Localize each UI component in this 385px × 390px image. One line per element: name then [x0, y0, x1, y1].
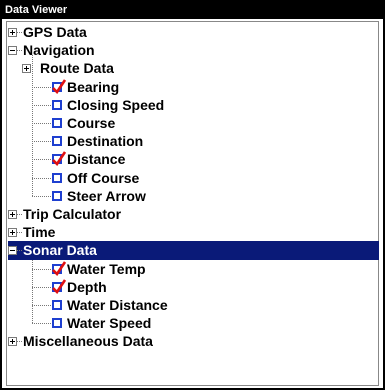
tree-item-label: Trip Calculator	[23, 206, 122, 222]
tree-item-steer-arrow[interactable]: Steer Arrow	[8, 187, 379, 206]
unchecked-checkbox[interactable]	[52, 300, 62, 310]
tree-item-label: Destination	[67, 133, 144, 150]
checkmark-icon	[52, 151, 66, 167]
expand-icon[interactable]	[22, 64, 31, 74]
unchecked-checkbox[interactable]	[52, 136, 62, 147]
unchecked-checkbox[interactable]	[52, 318, 62, 329]
tree-item-water-distance[interactable]: Water Distance	[8, 296, 379, 315]
tree-item-label: Miscellaneous Data	[23, 333, 153, 350]
checkmark-icon	[52, 78, 66, 94]
tree-item-label: Off Course	[67, 169, 140, 186]
tree-item-water-temp[interactable]: Water Temp	[8, 260, 379, 279]
tree-item-course[interactable]: Course	[8, 114, 379, 133]
expand-icon[interactable]	[8, 210, 17, 219]
tree-connector	[17, 341, 22, 343]
tree-connector	[32, 159, 51, 161]
tree-item-label: Route Data	[40, 60, 114, 77]
tree-item-water-speed[interactable]: Water Speed	[8, 314, 379, 333]
tree-item-label: GPS Data	[23, 24, 87, 40]
tree-item-bearing[interactable]: Bearing	[8, 78, 379, 97]
tree-item-label: Closing Speed	[67, 96, 165, 113]
tree-connector	[17, 214, 22, 215]
unchecked-checkbox[interactable]	[52, 172, 62, 183]
tree-connector	[17, 232, 22, 234]
tree-item-label: Steer Arrow	[67, 187, 146, 204]
tree-item-miscellaneous-data[interactable]: Miscellaneous Data	[8, 332, 379, 351]
tree-item-label: Distance	[67, 151, 126, 168]
collapse-icon[interactable]	[8, 246, 17, 256]
tree-connector	[32, 86, 51, 88]
tree-connector	[32, 123, 51, 124]
tree-item-label: Water Speed	[67, 315, 152, 332]
tree-item-route-data[interactable]: Route Data	[8, 59, 379, 78]
data-viewer-window: Data Viewer GPS Data Navigation Route Data…	[0, 0, 385, 390]
checked-checkbox[interactable]	[52, 260, 66, 276]
tree-connector	[32, 195, 51, 197]
unchecked-checkbox[interactable]	[52, 190, 62, 201]
expand-icon[interactable]	[8, 337, 17, 347]
unchecked-checkbox[interactable]	[52, 118, 62, 128]
tree-item-navigation[interactable]: Navigation	[8, 41, 379, 60]
tree-item-label: Depth	[67, 278, 107, 295]
tree-connector	[32, 177, 51, 179]
tree-item-destination[interactable]: Destination	[8, 132, 379, 151]
collapse-icon[interactable]	[8, 46, 17, 56]
tree-item-label: Course	[67, 115, 116, 131]
checkmark-icon	[52, 260, 66, 276]
unchecked-checkbox[interactable]	[52, 99, 62, 110]
tree-connector	[32, 305, 51, 306]
tree-item-label: Water Distance	[67, 297, 168, 313]
tree-connector	[17, 32, 22, 33]
tree-connector	[32, 286, 51, 288]
checked-checkbox[interactable]	[52, 279, 66, 294]
expand-icon[interactable]	[8, 228, 17, 238]
tree-item-distance[interactable]: Distance	[8, 150, 379, 169]
tree-item-label: Water Temp	[67, 260, 146, 277]
checked-checkbox[interactable]	[52, 78, 66, 94]
expand-icon[interactable]	[8, 28, 17, 37]
tree-item-label: Bearing	[67, 78, 120, 95]
tree-item-label: Navigation	[23, 42, 95, 59]
tree-item-off-course[interactable]: Off Course	[8, 169, 379, 188]
tree-item-trip-calculator[interactable]: Trip Calculator	[8, 205, 379, 224]
tree-item-depth[interactable]: Depth	[8, 278, 379, 297]
tree-item-gps-data[interactable]: GPS Data	[8, 23, 379, 42]
tree-connector	[32, 104, 51, 106]
tree-item-time[interactable]: Time	[8, 223, 379, 242]
tree-connector	[17, 250, 22, 252]
tree-connector	[32, 268, 51, 270]
tree-item-label: Sonar Data	[23, 242, 97, 259]
tree-item-label: Time	[23, 224, 56, 241]
tree-connector	[32, 141, 51, 143]
window-title: Data Viewer	[2, 2, 383, 19]
tree-connector	[17, 50, 22, 52]
tree-item-sonar-data[interactable]: Sonar Data	[8, 241, 379, 261]
tree-connector	[32, 323, 51, 325]
checkmark-icon	[52, 279, 66, 294]
tree-item-closing-speed[interactable]: Closing Speed	[8, 96, 379, 115]
data-tree: GPS Data Navigation Route Data Bearing Closi…	[8, 21, 379, 381]
checked-checkbox[interactable]	[52, 151, 66, 167]
